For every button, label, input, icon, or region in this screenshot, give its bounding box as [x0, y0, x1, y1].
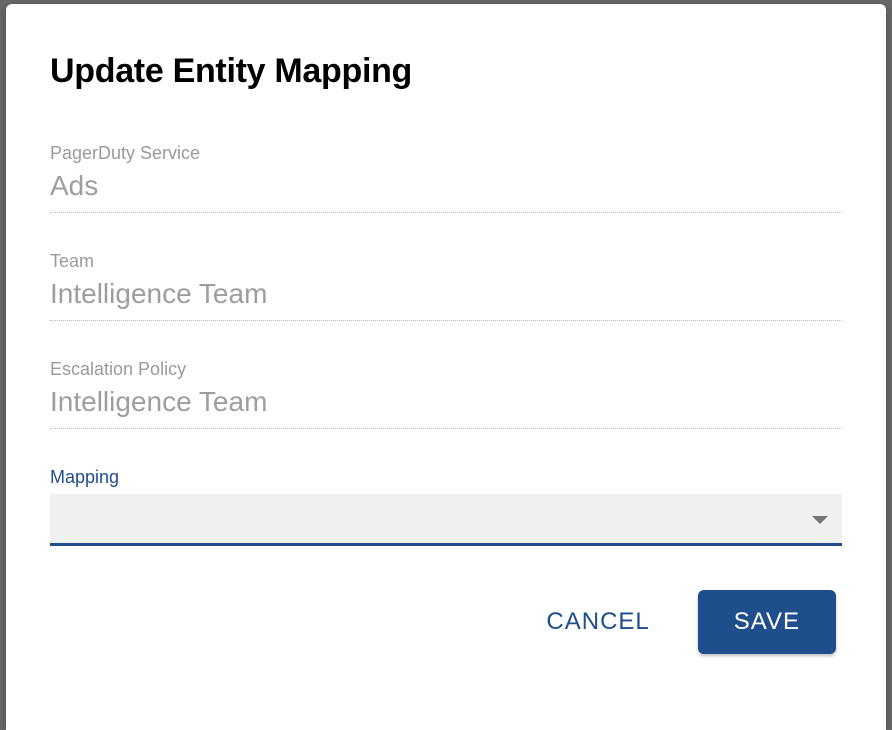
mapping-field: Mapping [50, 467, 842, 546]
mapping-label: Mapping [50, 467, 842, 488]
escalation-policy-value[interactable]: Intelligence Team [50, 386, 842, 429]
modal-actions: CANCEL SAVE [50, 590, 842, 654]
mapping-select-wrapper [50, 494, 842, 546]
cancel-button[interactable]: CANCEL [542, 596, 653, 648]
pagerduty-service-field: PagerDuty Service Ads [50, 143, 842, 213]
team-value[interactable]: Intelligence Team [50, 278, 842, 321]
update-entity-mapping-modal: Update Entity Mapping PagerDuty Service … [6, 4, 886, 730]
mapping-select[interactable] [50, 494, 842, 546]
team-field: Team Intelligence Team [50, 251, 842, 321]
escalation-policy-label: Escalation Policy [50, 359, 842, 380]
pagerduty-service-value[interactable]: Ads [50, 170, 842, 213]
pagerduty-service-label: PagerDuty Service [50, 143, 842, 164]
escalation-policy-field: Escalation Policy Intelligence Team [50, 359, 842, 429]
team-label: Team [50, 251, 842, 272]
modal-title: Update Entity Mapping [50, 52, 842, 91]
save-button[interactable]: SAVE [698, 590, 836, 654]
